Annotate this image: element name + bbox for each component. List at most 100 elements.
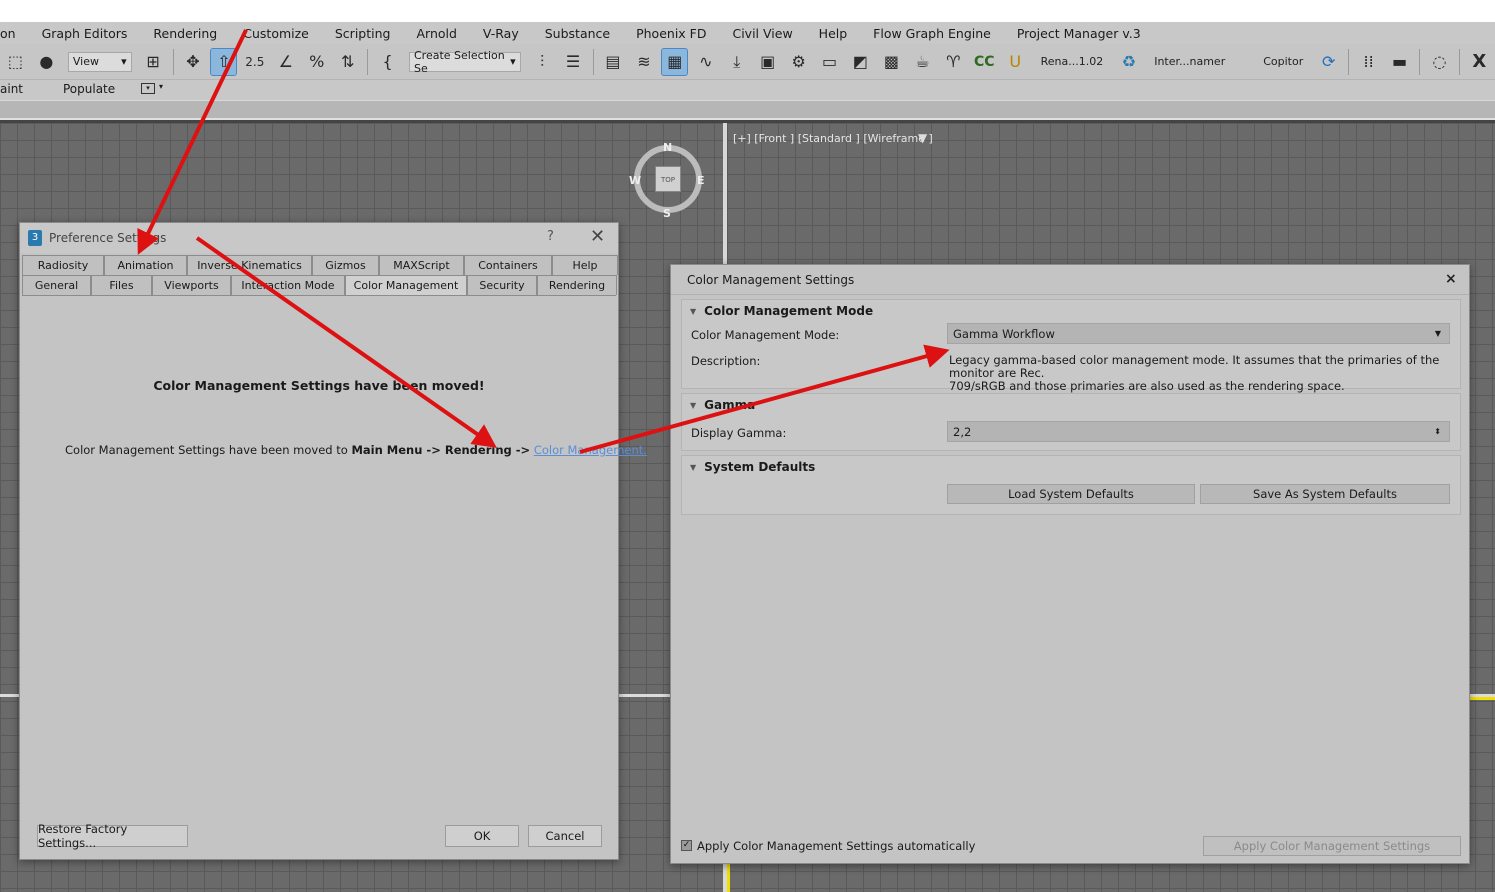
menu-item[interactable]: Scripting <box>335 26 391 41</box>
close-icon[interactable]: × <box>1445 271 1457 287</box>
ruler-icon[interactable]: ▬ <box>1387 49 1412 75</box>
inter-label[interactable]: Inter...namer <box>1154 55 1225 68</box>
selection-set-combo[interactable]: Create Selection Se ▾ <box>409 49 521 75</box>
menu-item[interactable]: Flow Graph Engine <box>873 26 991 41</box>
help-icon[interactable]: ? <box>547 229 554 244</box>
angle-snap-icon[interactable]: ∠ <box>273 49 298 75</box>
corona-icon[interactable]: CC <box>972 49 997 75</box>
snap-icon[interactable]: 2.5 <box>242 49 267 75</box>
apply-color-management-button[interactable]: Apply Color Management Settings <box>1203 836 1461 856</box>
tab-files[interactable]: Files <box>91 275 152 295</box>
chevron-down-icon: ▼ <box>1434 329 1441 338</box>
view-combo[interactable]: View ▾ <box>67 51 132 72</box>
menu-item[interactable]: Graph Editors <box>42 26 128 41</box>
menu-item[interactable]: Rendering <box>153 26 217 41</box>
restore-factory-settings-button[interactable]: Restore Factory Settings... <box>37 822 188 850</box>
menu-item[interactable]: on <box>0 26 16 41</box>
tab-gizmos[interactable]: Gizmos <box>312 255 379 275</box>
percent-snap-icon[interactable]: % <box>304 49 329 75</box>
tab-viewports[interactable]: Viewports <box>152 275 231 295</box>
teapot-icon[interactable]: ☕ <box>910 49 935 75</box>
sync-icon[interactable]: ⟳ <box>1316 49 1341 75</box>
menu-item[interactable]: Civil View <box>732 26 792 41</box>
menu-item[interactable]: Arnold <box>416 26 456 41</box>
select-region-icon[interactable]: ⬚ <box>3 49 28 75</box>
panel-titlebar[interactable]: Color Management Settings × <box>671 265 1469 295</box>
tab-general[interactable]: General <box>22 275 91 295</box>
dotted-circle-icon[interactable]: ◌ <box>1427 49 1452 75</box>
unwrap-icon[interactable]: U <box>1003 49 1028 75</box>
copitor-label[interactable]: Copitor <box>1263 55 1303 68</box>
mode-dropdown[interactable]: Gamma Workflow ▼ <box>947 323 1450 344</box>
save-system-defaults-button[interactable]: Save As System Defaults <box>1200 484 1450 504</box>
tab-interaction-mode[interactable]: Interaction Mode <box>231 275 345 295</box>
viewcube-top-face[interactable]: TOP <box>655 166 681 192</box>
populate-tab[interactable]: Populate <box>63 82 115 96</box>
rena-label[interactable]: Rena...1.02 <box>1041 55 1104 68</box>
tab-color-management[interactable]: Color Management <box>345 275 467 295</box>
move-icon[interactable]: ✥ <box>180 49 205 75</box>
menu-item[interactable]: Help <box>819 26 848 41</box>
separator <box>172 48 174 75</box>
auto-apply-checkbox[interactable]: ✓ <box>681 840 692 851</box>
render-iterative-icon[interactable]: ▩ <box>879 49 904 75</box>
paint-tab[interactable]: aint <box>0 82 23 96</box>
rendered-frame-icon[interactable]: ▭ <box>817 49 842 75</box>
active-viewport-border <box>727 862 730 892</box>
ribbon-options-icon[interactable]: ▾ <box>141 83 155 94</box>
title-strip <box>0 0 1495 22</box>
render-production-icon[interactable]: ◩ <box>848 49 873 75</box>
align-icon[interactable]: ☰ <box>561 49 586 75</box>
dialog-titlebar[interactable]: 3 Preference Settings ? ✕ <box>20 223 618 253</box>
tab-inverse-kinematics[interactable]: Inverse Kinematics <box>187 255 312 275</box>
close-icon[interactable]: ✕ <box>590 226 605 247</box>
system-defaults-header[interactable]: ▼ System Defaults <box>690 460 815 474</box>
color-management-link[interactable]: Color Management. <box>534 443 647 457</box>
load-system-defaults-button[interactable]: Load System Defaults <box>947 484 1195 504</box>
chevron-down-icon: ▾ <box>121 55 127 68</box>
menu-item[interactable]: Phoenix FD <box>636 26 706 41</box>
viewcube[interactable]: TOP <box>634 145 702 213</box>
menu-item[interactable]: Customize <box>243 26 309 41</box>
recycle-icon[interactable]: ♻ <box>1116 49 1141 75</box>
grid-a-icon[interactable]: ⁞⁞ <box>1356 49 1381 75</box>
layer-explorer-icon[interactable]: ≋ <box>631 49 656 75</box>
chevron-down-icon[interactable]: ▾ <box>159 82 163 91</box>
cancel-button[interactable]: Cancel <box>528 825 602 847</box>
spinner-arrows-icon[interactable]: ⬍ <box>1434 427 1441 436</box>
spinner-snap-icon[interactable]: ⇅ <box>335 49 360 75</box>
menu-item[interactable]: Project Manager v.3 <box>1017 26 1141 41</box>
select-object-icon[interactable]: ⇧ <box>210 47 238 76</box>
filter-icon[interactable]: ▼ <box>918 131 927 145</box>
panel-title: Color Management Settings <box>687 272 855 287</box>
system-defaults-section: ▼ System Defaults Load System Defaults Sa… <box>681 455 1461 515</box>
scene-explorer-icon[interactable]: ▤ <box>601 49 626 75</box>
tab-containers[interactable]: Containers <box>464 255 552 275</box>
curve-editor-icon[interactable]: ∿ <box>693 49 718 75</box>
plugin-icon[interactable]: ♈ <box>941 49 966 75</box>
gamma-section-header[interactable]: ▼ Gamma <box>690 398 755 412</box>
tab-animation[interactable]: Animation <box>104 255 187 275</box>
tab-rendering[interactable]: Rendering <box>537 275 617 295</box>
ok-button[interactable]: OK <box>445 825 519 847</box>
mirror-icon[interactable]: ⫶ <box>530 49 555 75</box>
paint-select-icon[interactable]: ● <box>34 49 59 75</box>
tab-panel-border <box>22 295 616 296</box>
edit-named-selection-icon[interactable]: { <box>375 49 400 75</box>
tab-help[interactable]: Help <box>552 255 618 275</box>
mode-section-header[interactable]: ▼ Color Management Mode <box>690 304 873 318</box>
menu-item[interactable]: Substance <box>545 26 610 41</box>
display-gamma-spinner[interactable]: 2,2 ⬍ <box>947 421 1450 442</box>
ribbon-toggle-icon[interactable]: ▦ <box>661 47 689 76</box>
menu-item[interactable]: V-Ray <box>483 26 519 41</box>
viewport-label[interactable]: [+] [Front ] [Standard ] [Wireframe ] <box>733 132 933 145</box>
render-setup-icon[interactable]: ⚙ <box>786 49 811 75</box>
separator <box>1348 48 1350 75</box>
tab-radiosity[interactable]: Radiosity <box>22 255 104 275</box>
tab-maxscript[interactable]: MAXScript <box>379 255 464 275</box>
close-toolbar-icon[interactable]: X <box>1467 49 1492 75</box>
material-editor-icon[interactable]: ▣ <box>755 49 780 75</box>
pivot-icon[interactable]: ⊞ <box>141 49 166 75</box>
schematic-view-icon[interactable]: ⤓ <box>724 49 749 75</box>
tab-security[interactable]: Security <box>467 275 537 295</box>
